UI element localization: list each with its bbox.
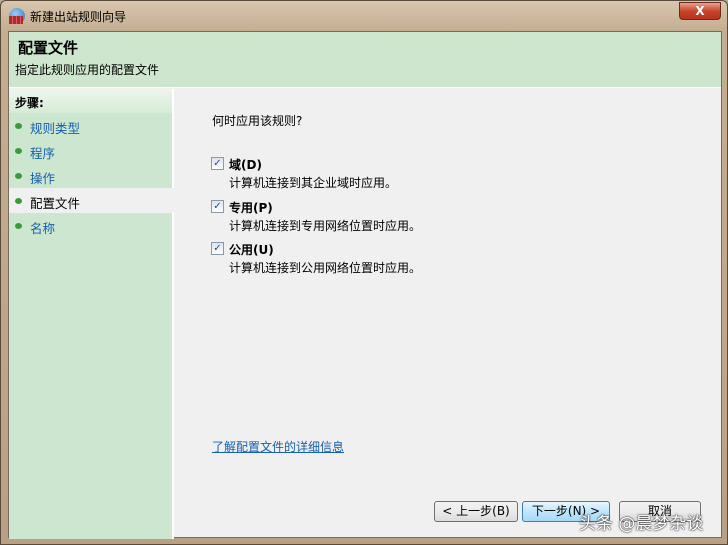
bullet-icon — [15, 173, 22, 179]
steps-sidebar: 步骤: 规则类型 程序 操作 配置文件 名称 — [9, 89, 174, 539]
option-label: 域(D) — [229, 158, 262, 172]
bullet-icon — [15, 123, 22, 129]
watermark: 头条 @晨梦杂谈 — [579, 514, 704, 534]
bullet-icon — [15, 148, 22, 154]
step-name[interactable]: 名称 — [9, 213, 172, 238]
header: 配置文件 指定此规则应用的配置文件 — [9, 32, 721, 88]
checkbox-public[interactable]: ✓ — [211, 242, 224, 255]
steps-heading: 步骤: — [9, 89, 172, 113]
title-bar[interactable]: 新建出站规则向导 X — [1, 1, 727, 31]
option-label: 公用(U) — [229, 243, 274, 257]
step-rule-type[interactable]: 规则类型 — [9, 113, 172, 138]
option-desc: 计算机连接到其企业域时应用。 — [229, 176, 398, 190]
bullet-icon — [15, 198, 22, 204]
step-profile: 配置文件 — [9, 188, 174, 213]
back-button[interactable]: < 上一步(B) — [434, 501, 518, 522]
step-program[interactable]: 程序 — [9, 138, 172, 163]
step-action[interactable]: 操作 — [9, 163, 172, 188]
wizard-window: 新建出站规则向导 X 配置文件 指定此规则应用的配置文件 步骤: 规则类型 程序… — [0, 0, 728, 545]
step-label: 规则类型 — [30, 121, 81, 136]
option-desc: 计算机连接到公用网络位置时应用。 — [229, 261, 422, 275]
window-title: 新建出站规则向导 — [30, 10, 127, 24]
option-label: 专用(P) — [229, 201, 273, 215]
step-label: 程序 — [30, 146, 56, 161]
step-label: 名称 — [30, 221, 56, 236]
question: 何时应用该规则? — [212, 114, 303, 128]
main-panel: 何时应用该规则? ✓ 域(D) 计算机连接到其企业域时应用。 ✓ 专用(P) 计… — [176, 89, 721, 537]
step-label: 操作 — [30, 171, 56, 186]
page-subtitle: 指定此规则应用的配置文件 — [15, 63, 160, 77]
checkbox-private[interactable]: ✓ — [211, 200, 224, 213]
step-label: 配置文件 — [30, 196, 81, 211]
client-area: 配置文件 指定此规则应用的配置文件 步骤: 规则类型 程序 操作 配置文件 名称… — [8, 31, 722, 539]
bullet-icon — [15, 223, 22, 229]
option-desc: 计算机连接到专用网络位置时应用。 — [229, 219, 422, 233]
firewall-icon — [9, 8, 25, 24]
page-title: 配置文件 — [18, 39, 79, 57]
checkbox-domain[interactable]: ✓ — [211, 157, 224, 170]
close-button[interactable]: X — [679, 2, 721, 20]
learn-more-link[interactable]: 了解配置文件的详细信息 — [212, 438, 344, 455]
